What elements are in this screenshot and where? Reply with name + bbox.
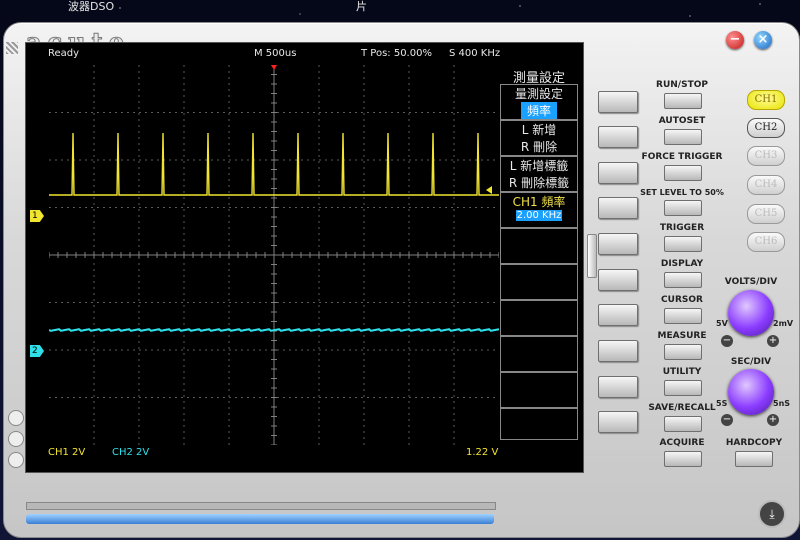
menu-button-7[interactable] <box>598 304 638 326</box>
position-slider-track[interactable] <box>26 502 496 510</box>
menu-button-1[interactable] <box>598 91 638 113</box>
trigger-level-readout: 1.22 V <box>466 447 499 458</box>
menu-slot-empty-5[interactable] <box>500 372 578 408</box>
menu-button-9[interactable] <box>598 376 638 398</box>
ch2-trace <box>49 328 499 332</box>
menu-slot-empty-3[interactable] <box>500 300 578 336</box>
menu-slot-empty-6[interactable] <box>500 408 578 440</box>
menu-button-3[interactable] <box>598 162 638 184</box>
side-circle-button-3[interactable] <box>8 452 24 468</box>
scope-bottom-bar: CH1 2V CH2 2V 1.22 V <box>26 445 583 465</box>
cursor-button[interactable] <box>664 308 702 324</box>
ch3-button[interactable]: CH3 <box>747 146 785 166</box>
sec-max-label: 5nS <box>773 399 791 408</box>
display-button[interactable] <box>664 272 702 288</box>
ch2-marker[interactable]: 2 <box>30 345 44 357</box>
waveform-grid[interactable] <box>49 65 499 445</box>
autoset-button[interactable] <box>664 129 702 145</box>
set-level-button[interactable] <box>664 200 702 216</box>
volts-div-title: VOLTS/DIV <box>724 277 778 287</box>
menu-button-5[interactable] <box>598 233 638 255</box>
side-circle-button-2[interactable] <box>8 431 24 447</box>
status-ready: Ready <box>48 48 80 59</box>
acquire-button[interactable] <box>664 451 702 467</box>
force-trigger-button[interactable] <box>664 165 702 181</box>
set-level-label: SET LEVEL TO 50% <box>640 188 724 197</box>
ch5-button[interactable]: CH5 <box>747 204 785 224</box>
hardcopy-label: HARDCOPY <box>725 438 783 448</box>
trigger-label: TRIGGER <box>659 223 705 233</box>
ch4-button[interactable]: CH4 <box>747 175 785 195</box>
measure-button[interactable] <box>664 344 702 360</box>
menu-remove: R 刪除 <box>520 140 558 154</box>
measure-menu: 測量設定 量測設定 頻率 L 新增 R 刪除 L 新增標籤 R 刪除標籤 CH1… <box>500 65 578 441</box>
menu-add: L 新增 <box>521 123 557 137</box>
menu-add-label: L 新增標籤 <box>509 159 569 173</box>
menu-button-6[interactable] <box>598 269 638 291</box>
run-stop-button[interactable] <box>664 93 702 109</box>
volts-max-label: 2mV <box>773 319 794 328</box>
menu-button-10[interactable] <box>598 411 638 433</box>
ch1-scale: CH1 2V <box>48 447 86 458</box>
volts-div-knob[interactable] <box>728 290 774 336</box>
menu-slot-empty-4[interactable] <box>500 336 578 372</box>
position-scrollbar[interactable] <box>26 514 494 524</box>
cursor-label: CURSOR <box>661 295 703 305</box>
trigger-level-marker[interactable] <box>486 186 492 194</box>
utility-button[interactable] <box>664 380 702 396</box>
sec-plus-button[interactable]: + <box>767 414 779 426</box>
hardcopy-button[interactable] <box>735 451 773 467</box>
menu-collapse-handle[interactable] <box>587 234 597 278</box>
menu-item-measure-label: 量測設定 <box>514 87 563 101</box>
measure-label: MEASURE <box>657 331 707 341</box>
status-sample-rate: S 400 KHz <box>449 48 501 59</box>
save-recall-button[interactable] <box>664 416 702 432</box>
volts-plus-button[interactable]: + <box>767 335 779 347</box>
ch1-marker[interactable]: 1 <box>30 210 44 222</box>
volts-min-label: 5V <box>716 319 728 328</box>
ch6-button[interactable]: CH6 <box>747 232 785 252</box>
autoset-label: AUTOSET <box>658 116 706 126</box>
side-circle-button-1[interactable] <box>8 410 24 426</box>
ch2-button[interactable]: CH2 <box>747 118 785 138</box>
menu-slot-empty-2[interactable] <box>500 264 578 300</box>
expand-icon[interactable]: ⤓ <box>758 500 786 528</box>
menu-slot-empty-1[interactable] <box>500 228 578 264</box>
utility-label: UTILITY <box>662 367 702 377</box>
measurement-name: CH1 頻率 <box>512 195 566 209</box>
minimize-button[interactable]: − <box>726 31 744 49</box>
close-button[interactable]: × <box>754 31 772 49</box>
volts-minus-button[interactable]: − <box>721 335 733 347</box>
measurement-value: 2.00 KHz <box>516 210 562 221</box>
menu-button-8[interactable] <box>598 340 638 362</box>
menu-button-2[interactable] <box>598 126 638 148</box>
desktop-label-right: 片 <box>356 0 367 13</box>
menu-remove-label: R 刪除標籤 <box>508 176 570 190</box>
sec-minus-button[interactable]: − <box>721 414 733 426</box>
desktop-label-left: 波器DSO <box>68 0 115 13</box>
menu-item-measure-value: 頻率 <box>521 102 557 119</box>
scope-screen: Ready M 500us T Pos: 50.00% S 400 KHz 1 … <box>25 42 584 473</box>
trigger-position-marker <box>271 65 277 70</box>
scope-status-bar: Ready M 500us T Pos: 50.00% S 400 KHz <box>26 43 583 65</box>
ch1-button[interactable]: CH1 <box>747 90 785 110</box>
force-trigger-label: FORCE TRIGGER <box>641 152 723 162</box>
resize-grip-icon[interactable] <box>6 42 18 54</box>
sec-div-knob[interactable] <box>728 369 774 415</box>
run-stop-label: RUN/STOP <box>656 80 708 90</box>
trigger-button[interactable] <box>664 236 702 252</box>
menu-button-4[interactable] <box>598 197 638 219</box>
sec-div-title: SEC/DIV <box>730 357 772 367</box>
ch2-scale: CH2 2V <box>112 447 150 458</box>
display-label: DISPLAY <box>660 259 704 269</box>
status-trigger-position: T Pos: 50.00% <box>361 48 432 59</box>
sec-min-label: 5S <box>716 399 728 408</box>
status-timebase: M 500us <box>254 48 297 59</box>
